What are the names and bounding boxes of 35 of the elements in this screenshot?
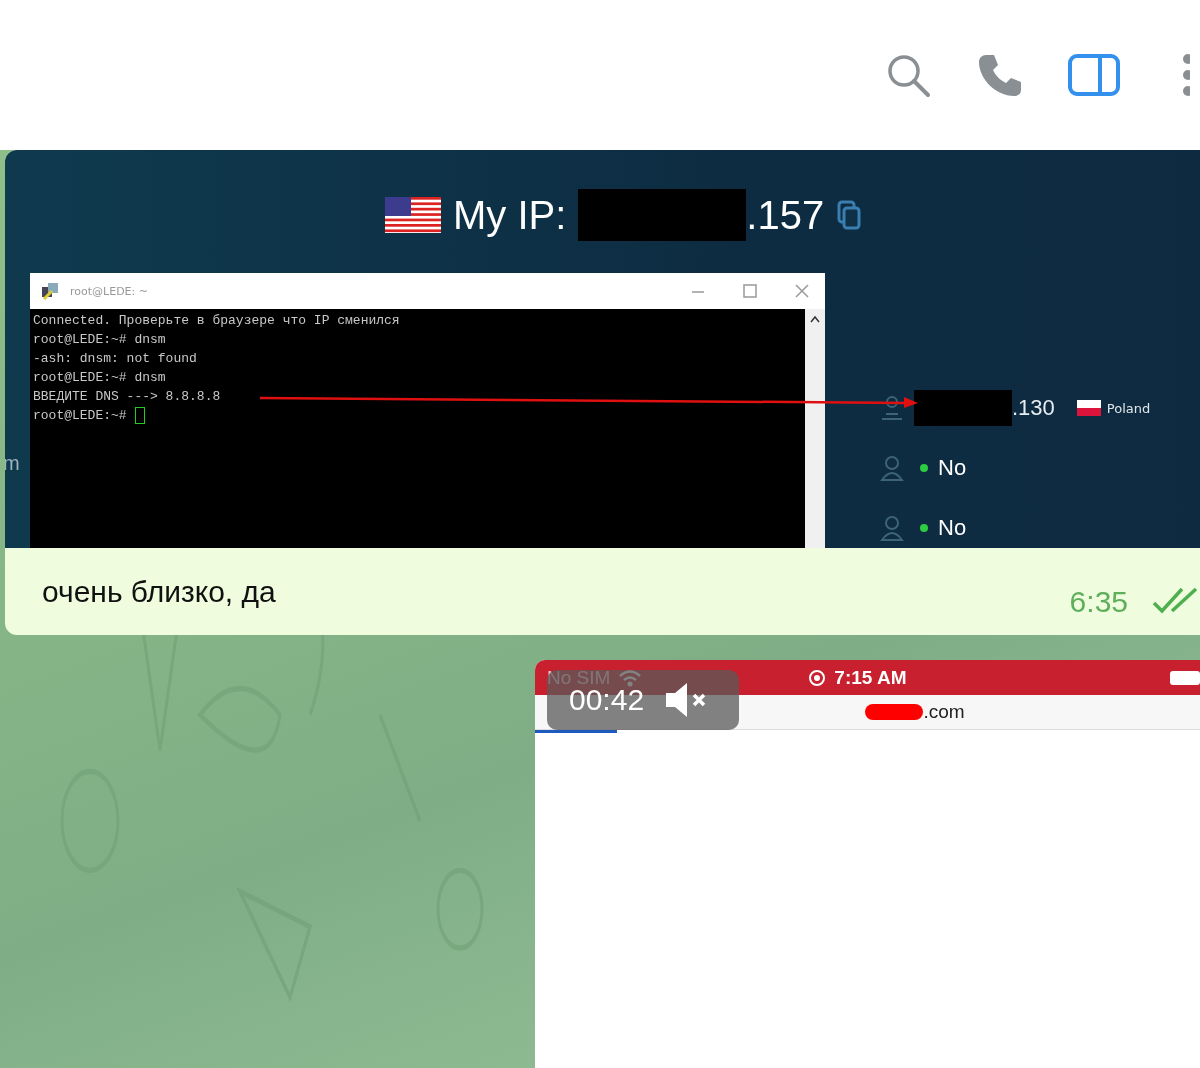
- sidebar-toggle-icon[interactable]: [1068, 54, 1120, 96]
- scrollbar[interactable]: [805, 309, 825, 548]
- close-icon[interactable]: [795, 284, 809, 298]
- message-time: 6:35: [1069, 584, 1128, 619]
- terminal-line: -ash: dnsm: not found: [33, 351, 197, 366]
- copy-icon[interactable]: [836, 199, 863, 231]
- poland-flag-icon: [1076, 400, 1101, 416]
- maximize-icon[interactable]: [743, 284, 757, 298]
- partial-text: m: [5, 452, 20, 475]
- terminal-line: Connected. Проверьте в браузере что IP сменился: [33, 313, 400, 328]
- ip-address-text: .130: [1012, 395, 1055, 421]
- status-value: No: [938, 455, 967, 481]
- terminal-line: ВВЕДИТЕ DNS ---> 8.8.8.8: [33, 389, 221, 404]
- clock-label: 7:15 AM: [834, 666, 907, 689]
- location-icon: [880, 395, 904, 421]
- url-text: .com: [923, 701, 965, 723]
- my-ip-label: My IP:: [453, 192, 567, 238]
- message-text: очень близко, да: [42, 574, 277, 609]
- putty-icon: [40, 281, 60, 301]
- terminal-line: root@LEDE:~#: [33, 408, 127, 423]
- redaction-scribble: [865, 704, 924, 720]
- terminal-line: root@LEDE:~# dnsm: [33, 370, 166, 385]
- battery-icon: [1169, 669, 1200, 686]
- alarm-icon: [808, 668, 827, 687]
- terminal-title: root@LEDE: ~: [70, 284, 148, 298]
- terminal-line: root@LEDE:~# dnsm: [33, 332, 166, 347]
- video-duration: 00:42: [569, 683, 645, 717]
- cursor-icon: [134, 407, 145, 424]
- person-icon: [880, 455, 904, 481]
- country-label: Poland: [1106, 400, 1151, 416]
- status-value: No: [938, 515, 967, 541]
- ip-address-text: .157: [746, 192, 825, 238]
- scroll-up-icon[interactable]: [810, 315, 820, 323]
- us-flag-icon: [385, 197, 441, 233]
- person-icon: [880, 515, 904, 541]
